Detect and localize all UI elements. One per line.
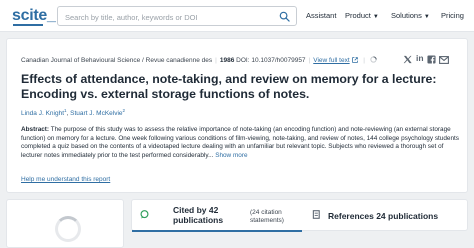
document-icon <box>312 210 320 219</box>
scite-logo[interactable]: scite_ <box>12 7 56 25</box>
quote-bubble-icon <box>140 210 149 219</box>
chevron-down-icon: ▼ <box>423 14 430 20</box>
chevron-down-icon: ▼ <box>372 14 379 20</box>
author-list: Linda J. Knight1, Stuart J. McKelvie2 <box>21 108 126 118</box>
citation-statements-count: (24 citation statements) <box>250 209 284 224</box>
nav-pricing-label: Pricing <box>441 11 464 20</box>
tab-references[interactable]: References 24 publications <box>304 200 469 232</box>
paper-title: Effects of attendance, note-taking, and … <box>21 72 437 101</box>
external-link-icon <box>352 56 359 63</box>
tab-cited-by[interactable]: Cited by 42 publications (24 citation st… <box>132 200 302 232</box>
search-icon[interactable] <box>279 11 290 22</box>
logo-underline <box>13 24 43 26</box>
search-input[interactable] <box>58 8 272 27</box>
nav-product[interactable]: Product ▼ <box>345 11 379 20</box>
abstract: Abstract: The purpose of this study was … <box>21 126 461 160</box>
author-link[interactable]: Linda J. Knight1 <box>21 108 67 117</box>
author-link[interactable]: Stuart J. McKelvie2 <box>70 108 125 117</box>
citation-tabs: Cited by 42 publications (24 citation st… <box>131 199 469 232</box>
help-understand-link[interactable]: Help me understand this report <box>21 176 110 183</box>
references-label: References 24 publications <box>328 211 439 221</box>
nav-solutions-label: Solutions <box>391 11 422 20</box>
loading-spinner <box>55 216 81 242</box>
nav-assistant[interactable]: Assistant <box>306 11 336 20</box>
abstract-label: Abstract: <box>21 126 50 133</box>
doi[interactable]: DOI: 10.1037/h0079957 <box>236 57 305 64</box>
facebook-icon[interactable] <box>427 55 436 64</box>
paper-meta: Canadian Journal of Behavioural Science … <box>21 56 377 64</box>
full-text-link[interactable]: View full text <box>313 57 349 64</box>
paper-card: Canadian Journal of Behavioural Science … <box>6 38 468 193</box>
nav-product-label: Product <box>345 11 371 20</box>
nav-assistant-label: Assistant <box>306 11 337 20</box>
side-panel <box>6 199 124 248</box>
publication-year: 1986 <box>219 57 235 64</box>
journal-name: Canadian Journal of Behavioural Science … <box>21 57 213 64</box>
top-navigation-bar: scite_ Assistant Product▼ Solutions▼ Pri… <box>0 0 474 32</box>
loading-icon <box>370 56 377 63</box>
email-icon[interactable] <box>439 56 449 64</box>
search-box <box>57 6 297 27</box>
nav-solutions[interactable]: Solutions ▼ <box>391 11 430 20</box>
linkedin-icon[interactable]: in <box>416 53 424 63</box>
twitter-icon[interactable] <box>403 55 412 64</box>
nav-pricing[interactable]: Pricing <box>441 11 464 20</box>
cited-by-label: Cited by 42 publications <box>173 205 224 225</box>
show-more-link[interactable]: Show more <box>215 152 247 159</box>
